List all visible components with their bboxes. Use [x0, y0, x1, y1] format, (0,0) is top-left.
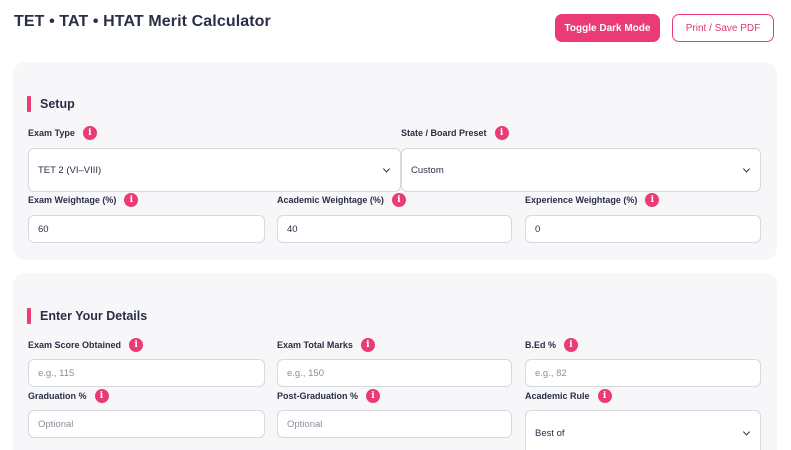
- chevron-down-icon: [742, 165, 751, 173]
- post-graduation-label: Post-Graduation % i: [277, 389, 381, 403]
- post-graduation-label-text: Post-Graduation %: [277, 391, 359, 401]
- exam-type-label: Exam Type i: [28, 126, 97, 140]
- info-icon[interactable]: i: [124, 193, 139, 207]
- print-save-pdf-button[interactable]: Print / Save PDF: [672, 14, 774, 42]
- section-accent-bar: [27, 308, 31, 324]
- info-icon[interactable]: i: [360, 338, 375, 352]
- exam-total-label-text: Exam Total Marks: [277, 340, 353, 350]
- experience-weightage-label: Experience Weightage (%) i: [525, 193, 660, 207]
- info-icon[interactable]: i: [82, 126, 97, 140]
- academic-weightage-label: Academic Weightage (%) i: [277, 193, 406, 207]
- graduation-input[interactable]: [28, 410, 265, 438]
- academic-rule-label: Academic Rule i: [525, 389, 612, 403]
- info-icon[interactable]: i: [597, 389, 612, 403]
- exam-weightage-input[interactable]: [28, 215, 265, 243]
- graduation-label: Graduation % i: [28, 389, 109, 403]
- board-preset-label-text: State / Board Preset: [401, 128, 487, 138]
- post-graduation-input[interactable]: [277, 410, 512, 438]
- exam-score-label: Exam Score Obtained i: [28, 338, 144, 352]
- bed-label-text: B.Ed %: [525, 340, 557, 350]
- chevron-down-icon: [742, 428, 751, 436]
- exam-type-select[interactable]: TET 2 (VI–VIII): [28, 148, 401, 192]
- details-card: Enter Your Details Exam Score Obtained i…: [13, 273, 777, 450]
- chevron-down-icon: [382, 165, 391, 173]
- exam-weightage-label-text: Exam Weightage (%): [28, 195, 117, 205]
- experience-weightage-label-text: Experience Weightage (%): [525, 195, 638, 205]
- board-preset-select[interactable]: Custom: [401, 148, 761, 192]
- info-icon[interactable]: i: [564, 338, 579, 352]
- academic-rule-value: Best of: [535, 427, 565, 439]
- bed-label: B.Ed % i: [525, 338, 579, 352]
- info-icon[interactable]: i: [645, 193, 660, 207]
- exam-type-value: TET 2 (VI–VIII): [38, 164, 102, 176]
- setup-section-title: Setup: [27, 96, 75, 112]
- setup-title-text: Setup: [40, 97, 75, 111]
- info-icon[interactable]: i: [494, 126, 509, 140]
- exam-type-label-text: Exam Type: [28, 128, 75, 138]
- toggle-dark-mode-button[interactable]: Toggle Dark Mode: [555, 14, 660, 42]
- details-section-title: Enter Your Details: [27, 308, 147, 324]
- section-accent-bar: [27, 96, 31, 112]
- exam-total-input[interactable]: [277, 359, 512, 387]
- academic-weightage-input[interactable]: [277, 215, 512, 243]
- details-title-text: Enter Your Details: [40, 309, 148, 323]
- exam-weightage-label: Exam Weightage (%) i: [28, 193, 139, 207]
- page-title: TET • TAT • HTAT Merit Calculator: [14, 13, 271, 30]
- bed-input[interactable]: [525, 359, 761, 387]
- experience-weightage-input[interactable]: [525, 215, 761, 243]
- graduation-label-text: Graduation %: [28, 391, 87, 401]
- academic-weightage-label-text: Academic Weightage (%): [277, 195, 384, 205]
- board-preset-value: Custom: [411, 164, 444, 176]
- exam-score-label-text: Exam Score Obtained: [28, 340, 122, 350]
- exam-score-input[interactable]: [28, 359, 265, 387]
- info-icon[interactable]: i: [94, 389, 109, 403]
- academic-rule-select[interactable]: Best of: [525, 410, 761, 450]
- info-icon[interactable]: i: [366, 389, 381, 403]
- setup-card: Setup Exam Type i TET 2 (VI–VIII) State …: [13, 62, 777, 260]
- info-icon[interactable]: i: [391, 193, 406, 207]
- board-preset-label: State / Board Preset i: [401, 126, 509, 140]
- info-icon[interactable]: i: [129, 338, 144, 352]
- academic-rule-label-text: Academic Rule: [525, 391, 590, 401]
- exam-total-label: Exam Total Marks i: [277, 338, 375, 352]
